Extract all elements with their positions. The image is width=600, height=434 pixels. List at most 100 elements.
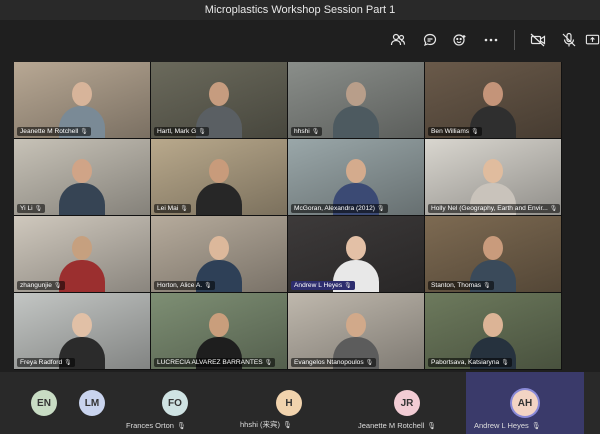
participant-head bbox=[346, 236, 366, 260]
mic-icon: 🎙 bbox=[471, 129, 479, 135]
participant-slot-name: Andrew L Heyes bbox=[474, 421, 529, 430]
video-grid: Jeanette M Rotchell 🎙 Hartl, Mark G 🎙 hhshi 🎙… bbox=[14, 62, 562, 370]
participant-nameplate: Evangelos Ntanopoulos 🎙 bbox=[291, 358, 377, 367]
participant-name: LUCRECIA ALVAREZ BARRANTES bbox=[157, 359, 263, 366]
avatar: LM bbox=[79, 390, 105, 416]
participant-head bbox=[72, 313, 92, 337]
video-tile[interactable]: Lei Mai 🎙 bbox=[151, 139, 287, 215]
video-tile[interactable]: Holly Nel (Geography, Earth and Envir...… bbox=[425, 139, 561, 215]
video-tile[interactable]: Stanton, Thomas 🎙 bbox=[425, 216, 561, 292]
participant-head bbox=[483, 313, 503, 337]
mic-off-icon: 🎙 bbox=[176, 422, 186, 430]
participant-name: Ben Williams bbox=[431, 128, 470, 135]
avatar: FO bbox=[162, 390, 188, 416]
avatar: AH bbox=[512, 390, 538, 416]
participant-nameplate: Lei Mai 🎙 bbox=[154, 204, 191, 213]
participant-nameplate: Andrew L Heyes 🎙 bbox=[291, 281, 355, 290]
participant-slot-label: Frances Orton 🎙 bbox=[126, 421, 186, 430]
participant-name: hhshi bbox=[294, 128, 310, 135]
avatar: JR bbox=[394, 390, 420, 416]
participant-name: Hartl, Mark G bbox=[157, 128, 197, 135]
participant-figure bbox=[59, 159, 105, 215]
more-icon[interactable] bbox=[479, 28, 503, 52]
mic-icon: 🎙 bbox=[180, 206, 188, 212]
participant-head bbox=[346, 159, 366, 183]
participant-slot-name: Jeanette M Rotchell bbox=[358, 421, 425, 430]
video-tile[interactable]: LUCRECIA ALVAREZ BARRANTES 🎙 bbox=[151, 293, 287, 369]
participant-slot-name: Frances Orton bbox=[126, 421, 174, 430]
participant-nameplate: hhshi 🎙 bbox=[291, 127, 323, 136]
video-tile[interactable]: Hartl, Mark G 🎙 bbox=[151, 62, 287, 138]
participant-name: Lei Mai bbox=[157, 205, 179, 212]
video-tile[interactable]: hhshi 🎙 bbox=[288, 62, 424, 138]
participant-name: Holly Nel (Geography, Earth and Envir... bbox=[431, 205, 548, 212]
participant-nameplate: Yi Li 🎙 bbox=[17, 204, 46, 213]
mic-icon: 🎙 bbox=[264, 360, 273, 366]
participant-head bbox=[346, 82, 366, 106]
video-tile[interactable]: Evangelos Ntanopoulos 🎙 bbox=[288, 293, 424, 369]
participant-nameplate: Freya Radford 🎙 bbox=[17, 358, 75, 367]
participant-head bbox=[72, 159, 92, 183]
participant-slot-name: hhshi (来宾) bbox=[240, 420, 281, 429]
participant-head bbox=[483, 159, 503, 183]
meeting-toolbar bbox=[0, 20, 600, 60]
participant-nameplate: Hartl, Mark G 🎙 bbox=[154, 127, 209, 136]
share-icon[interactable] bbox=[585, 28, 600, 52]
mic-icon: 🎙 bbox=[80, 129, 88, 135]
participant-nameplate: Holly Nel (Geography, Earth and Envir...… bbox=[428, 204, 561, 213]
participant-slot[interactable]: AH Andrew L Heyes 🎙 bbox=[466, 372, 584, 434]
participant-slot[interactable]: LM bbox=[70, 372, 114, 434]
participant-head bbox=[483, 82, 503, 106]
participant-nameplate: LUCRECIA ALVAREZ BARRANTES 🎙 bbox=[154, 358, 276, 367]
participant-nameplate: McGoran, Alexandra (2012) 🎙 bbox=[291, 204, 388, 213]
participant-head bbox=[72, 82, 92, 106]
participant-slot[interactable]: JR Jeanette M Rotchell 🎙 bbox=[350, 372, 464, 434]
participant-body bbox=[196, 183, 242, 215]
participant-name: Jeanette M Rotchell bbox=[20, 128, 79, 135]
video-tile[interactable]: Freya Radford 🎙 bbox=[14, 293, 150, 369]
video-tile[interactable]: Horton, Alice A. 🎙 bbox=[151, 216, 287, 292]
participant-nameplate: Pabortsava, Katsiaryna 🎙 bbox=[428, 358, 512, 367]
participant-name: zhangunjie bbox=[20, 282, 52, 289]
window-title: Microplastics Workshop Session Part 1 bbox=[0, 0, 600, 20]
participant-slot-label: Jeanette M Rotchell 🎙 bbox=[358, 421, 436, 430]
participant-head bbox=[346, 313, 366, 337]
mic-icon: 🎙 bbox=[198, 129, 206, 135]
participant-nameplate: Stanton, Thomas 🎙 bbox=[428, 281, 494, 290]
video-tile[interactable]: Pabortsava, Katsiaryna 🎙 bbox=[425, 293, 561, 369]
mic-icon: 🎙 bbox=[549, 206, 558, 212]
chat-icon[interactable] bbox=[418, 28, 442, 52]
participant-name: Freya Radford bbox=[20, 359, 63, 366]
video-tile[interactable]: Ben Williams 🎙 bbox=[425, 62, 561, 138]
participant-head bbox=[209, 236, 229, 260]
participant-nameplate: Horton, Alice A. 🎙 bbox=[154, 281, 215, 290]
video-tile[interactable]: zhangunjie 🎙 bbox=[14, 216, 150, 292]
mic-icon: 🎙 bbox=[483, 283, 491, 289]
video-tile[interactable]: Andrew L Heyes 🎙 bbox=[288, 216, 424, 292]
mic-icon: 🎙 bbox=[311, 129, 320, 135]
participant-head bbox=[209, 313, 229, 337]
participant-name: Andrew L Heyes bbox=[294, 282, 343, 289]
mic-off-icon: 🎙 bbox=[283, 421, 292, 429]
mic-off-icon[interactable] bbox=[557, 28, 581, 52]
toolbar-divider bbox=[514, 30, 515, 50]
video-tile[interactable]: Jeanette M Rotchell 🎙 bbox=[14, 62, 150, 138]
video-tile[interactable]: McGoran, Alexandra (2012) 🎙 bbox=[288, 139, 424, 215]
mic-icon: 🎙 bbox=[501, 360, 509, 366]
participant-slot[interactable]: EN bbox=[22, 372, 66, 434]
people-icon[interactable] bbox=[386, 28, 410, 52]
reactions-icon[interactable] bbox=[448, 28, 472, 52]
participant-slot[interactable]: FO Frances Orton 🎙 bbox=[118, 372, 232, 434]
mic-off-icon: 🎙 bbox=[531, 422, 541, 430]
participant-nameplate: Ben Williams 🎙 bbox=[428, 127, 482, 136]
mic-off-icon: 🎙 bbox=[427, 422, 437, 430]
participant-name: Yi Li bbox=[20, 205, 33, 212]
avatar: H bbox=[276, 390, 302, 416]
participant-head bbox=[72, 236, 92, 260]
mic-icon: 🎙 bbox=[365, 360, 374, 366]
avatar: EN bbox=[31, 390, 57, 416]
video-tile[interactable]: Yi Li 🎙 bbox=[14, 139, 150, 215]
mic-icon: 🎙 bbox=[344, 283, 352, 289]
camera-off-icon[interactable] bbox=[526, 28, 550, 52]
participant-slot[interactable]: Hhhshi (来宾) 🎙 bbox=[232, 372, 346, 434]
